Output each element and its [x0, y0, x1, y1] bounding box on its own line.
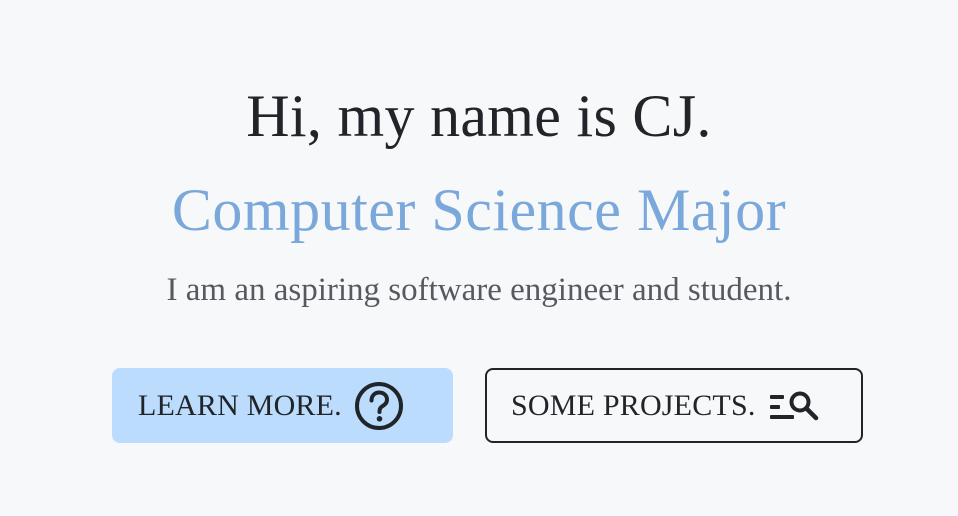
learn-more-label: LEARN MORE.: [138, 388, 342, 422]
some-projects-button[interactable]: SOME PROJECTS.: [485, 368, 863, 443]
some-projects-label: SOME PROJECTS.: [511, 388, 756, 422]
question-circle-icon: [354, 381, 404, 431]
list-search-icon: [768, 388, 822, 424]
greeting-heading: Hi, my name is CJ.: [246, 83, 712, 149]
learn-more-button[interactable]: LEARN MORE.: [112, 368, 453, 443]
role-subtitle: Computer Science Major: [171, 177, 787, 243]
tagline-text: I am an aspiring software engineer and s…: [166, 272, 792, 308]
hero-section: Hi, my name is CJ. Computer Science Majo…: [0, 0, 958, 516]
